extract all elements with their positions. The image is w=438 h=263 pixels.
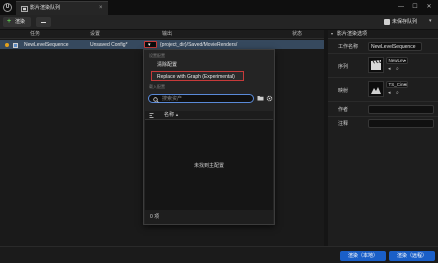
add-render-label: 渲染 — [15, 18, 26, 25]
gear-icon[interactable] — [266, 95, 273, 102]
save-icon — [384, 19, 390, 25]
job-name-value: NewLevelSequence — [371, 43, 416, 50]
save-queue-button[interactable]: 未保存队列 — [392, 19, 417, 25]
render-options-header: ▾ 影片渲染选项 — [328, 30, 438, 39]
column-header-settings[interactable]: 设置 — [90, 32, 100, 37]
divider — [328, 101, 438, 102]
asset-list: 未找到主配置 — [145, 120, 273, 210]
folder-icon[interactable] — [257, 95, 264, 101]
empty-state-text: 未找到主配置 — [193, 163, 224, 169]
note-field[interactable] — [368, 119, 434, 128]
map-label: 映射 — [338, 88, 349, 94]
clear-config-item[interactable]: 清除配置 — [157, 63, 177, 68]
status-dot-icon — [5, 43, 9, 47]
add-render-button[interactable]: + 渲染 — [3, 17, 31, 27]
render-remote-button[interactable]: 渲染（远程） — [389, 250, 435, 261]
sequence-value: NewLev — [388, 58, 405, 63]
tab-title: 影片渲染队列 — [30, 5, 61, 11]
chevron-down-icon[interactable]: ▾ — [429, 19, 432, 24]
config-dropdown-menu: 设置配置 清除配置 Replace with Graph (Experiment… — [143, 49, 275, 225]
divider — [328, 53, 438, 54]
clapperboard-icon — [371, 59, 381, 70]
caret-down-icon: ▾ — [148, 41, 151, 48]
document-tab[interactable]: 影片渲染队列 × — [16, 1, 108, 15]
column-header-status[interactable]: 状态 — [292, 32, 302, 37]
collapse-arrow-icon[interactable]: ▾ — [331, 32, 333, 36]
asset-list-footer: 0 项 — [145, 210, 273, 224]
replace-with-graph-item[interactable]: Replace with Graph (Experimental) — [151, 71, 244, 81]
remove-job-button[interactable] — [36, 17, 51, 27]
search-asset-icon[interactable]: ⌕ — [396, 91, 399, 96]
plus-icon: + — [7, 18, 12, 25]
chevron-down-icon: ▾ — [404, 82, 407, 87]
sort-ascending-icon[interactable]: ▲ — [175, 113, 179, 117]
sequence-selector[interactable]: NewLev ▾ — [386, 57, 408, 64]
column-header-job[interactable]: 任务 — [30, 32, 40, 37]
browse-folder-icon[interactable]: ◂ — [388, 91, 391, 96]
sequence-label: 序列 — [338, 64, 349, 70]
search-icon — [153, 96, 159, 103]
map-selector[interactable]: TS_Cinm ▾ — [386, 81, 408, 88]
job-name-field[interactable]: NewLevelSequence — [368, 42, 422, 51]
render-local-button[interactable]: 渲染（本地） — [340, 250, 386, 261]
author-field[interactable] — [368, 105, 434, 114]
toolbar: + 渲染 未保存队列 ▾ — [0, 15, 438, 30]
render-options-title: 影片渲染选项 — [337, 31, 368, 37]
film-icon — [21, 6, 28, 12]
item-count: 0 项 — [150, 214, 160, 220]
search-asset-icon[interactable]: ⌕ — [396, 67, 399, 72]
menu-section-load: 载入配置 — [149, 84, 165, 89]
minimize-button[interactable]: — — [396, 2, 406, 12]
asset-list-header: 名称 ▲ — [145, 111, 273, 120]
close-window-button[interactable]: ✕ — [424, 2, 434, 12]
menu-section-settings: 设置配置 — [149, 53, 165, 58]
tab-close-icon[interactable]: × — [99, 5, 103, 11]
job-row[interactable]: NewLevelSequence Unsaved Config* ▾ {proj… — [0, 40, 324, 49]
asset-search-input[interactable]: 搜索资产 — [148, 94, 254, 103]
divider — [328, 116, 438, 117]
job-output-path[interactable]: {project_dir}/Saved/MovieRenders/ — [160, 42, 237, 48]
job-name-label: 工作名称 — [338, 44, 359, 50]
job-enabled-checkbox[interactable] — [13, 42, 18, 48]
settings-dropdown-button[interactable]: ▾ — [144, 41, 157, 48]
title-bar: U 影片渲染队列 × — ☐ ✕ — [0, 0, 438, 15]
job-settings-link[interactable]: Unsaved Config* — [90, 42, 128, 48]
job-name: NewLevelSequence — [24, 41, 69, 48]
footer-bar: 渲染（本地） 渲染（远程） — [0, 246, 438, 263]
author-label: 作者 — [338, 107, 349, 113]
filter-icon[interactable] — [149, 113, 154, 118]
map-icon — [371, 87, 381, 94]
chevron-down-icon: ▾ — [404, 58, 407, 63]
unreal-logo-icon[interactable]: U — [3, 3, 12, 12]
map-thumbnail[interactable] — [368, 81, 384, 97]
browse-folder-icon[interactable]: ◂ — [388, 67, 391, 72]
replace-with-graph-label: Replace with Graph (Experimental) — [157, 73, 235, 80]
render-options-panel: ▾ 影片渲染选项 工作名称 NewLevelSequence 序列 NewLev… — [328, 30, 438, 246]
maximize-button[interactable]: ☐ — [410, 2, 420, 12]
name-column-header[interactable]: 名称 — [164, 113, 174, 118]
column-header-output[interactable]: 输出 — [162, 32, 172, 37]
divider — [328, 77, 438, 78]
note-label: 注释 — [338, 121, 349, 127]
sequence-thumbnail[interactable] — [368, 57, 384, 73]
search-placeholder: 搜索资产 — [162, 95, 183, 102]
column-header-row: 任务 设置 输出 状态 — [0, 30, 324, 39]
minus-icon — [41, 21, 46, 23]
